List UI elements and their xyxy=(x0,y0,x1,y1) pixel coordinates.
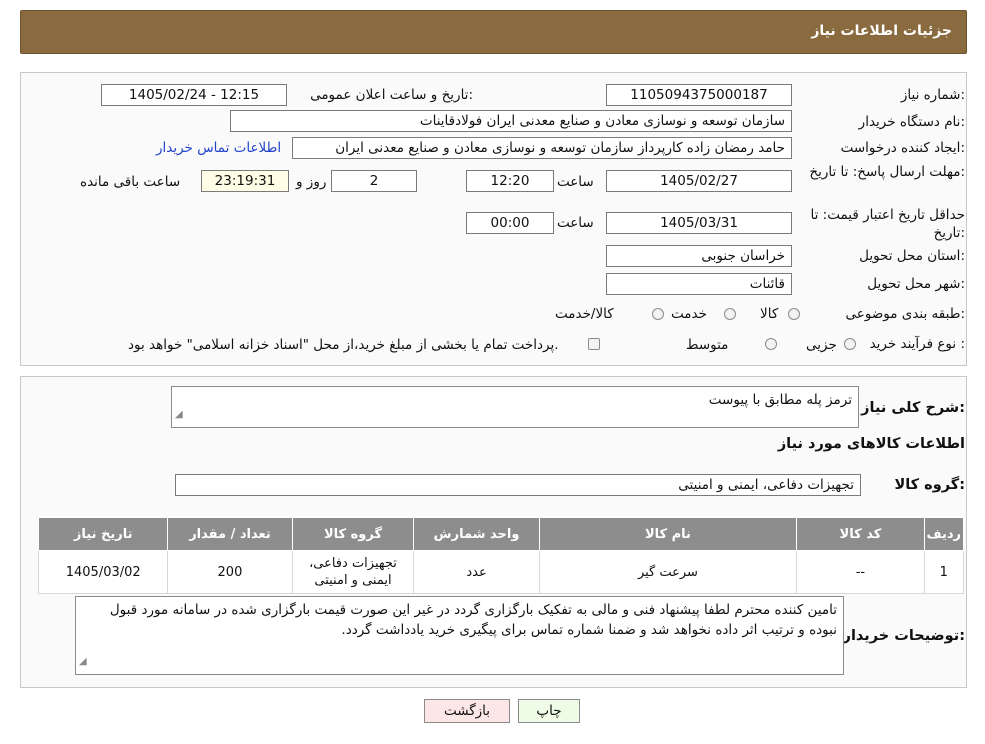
category-option-goods: کالا xyxy=(760,306,779,322)
table-row: 1 -- سرعت گیر عدد تجهیزات دفاعی، ایمنی و… xyxy=(37,550,965,594)
col-goods-name: نام کالا xyxy=(538,517,798,551)
requester-label: ایجاد کننده درخواست: xyxy=(840,140,965,156)
validity-time-field: 00:00 xyxy=(466,212,554,234)
goods-table: ردیف کد کالا نام کالا واحد شمارش گروه کا… xyxy=(37,517,965,594)
cell-goods-code: -- xyxy=(796,550,925,594)
time-remaining-label: ساعت باقی مانده xyxy=(80,174,181,190)
announce-field: 1405/02/24 - 12:15 xyxy=(101,84,287,106)
description-textarea[interactable]: ترمز پله مطابق با پیوست ◢ xyxy=(171,386,859,428)
cell-need-date: 1405/03/02 xyxy=(37,550,169,594)
validity-date-field: 1405/03/31 xyxy=(606,212,792,234)
buyer-notes-label: توضیحات خریدار: xyxy=(842,628,965,644)
requester-field: حامد رمضان زاده کارپرداز سازمان توسعه و … xyxy=(292,137,792,159)
buyer-org-field: سازمان توسعه و نوسازی معادن و صنایع معدن… xyxy=(230,110,792,132)
category-radio-goods-service[interactable] xyxy=(652,308,664,320)
treasury-payment-checkbox[interactable] xyxy=(588,338,600,350)
payment-note: پرداخت تمام یا بخشی از مبلغ خرید،از محل … xyxy=(128,337,559,353)
deadline-date-field: 1405/02/27 xyxy=(606,170,792,192)
cell-goods-group: تجهیزات دفاعی، ایمنی و امنیتی xyxy=(291,550,415,594)
days-remaining-field: 2 xyxy=(331,170,417,192)
deadline-time-field: 12:20 xyxy=(466,170,554,192)
goods-group-field: تجهیزات دفاعی، ایمنی و امنیتی xyxy=(175,474,861,496)
need-number-label: شماره نیاز: xyxy=(900,87,965,103)
back-button[interactable]: بازگشت xyxy=(424,699,510,723)
description-label: شرح کلی نیاز: xyxy=(861,400,965,416)
time-remaining-field: 23:19:31 xyxy=(201,170,289,192)
deadline-label: مهلت ارسال پاسخ: تا تاریخ: xyxy=(809,164,965,180)
page-title: جزئیات اطلاعات نیاز xyxy=(811,23,952,39)
cell-goods-name: سرعت گیر xyxy=(538,550,798,594)
col-goods-group: گروه کالا xyxy=(291,517,415,551)
process-label: نوع فرآیند خرید : xyxy=(869,336,965,352)
validity-label: حداقل تاریخ اعتبار قیمت: تا تاریخ: xyxy=(810,207,965,241)
validity-time-label: ساعت xyxy=(557,215,594,231)
print-button[interactable]: چاپ xyxy=(518,699,580,723)
buyer-notes-textarea[interactable]: تامین کننده محترم لطفا پیشنهاد فنی و مال… xyxy=(75,596,844,675)
cell-unit: عدد xyxy=(413,550,540,594)
category-label: طبقه بندی موضوعی: xyxy=(845,306,965,322)
col-need-date: تاریخ نیاز xyxy=(37,517,169,551)
page-header: جزئیات اطلاعات نیاز xyxy=(20,10,967,54)
days-label: روز و xyxy=(296,174,327,190)
process-option-medium: متوسط xyxy=(686,337,729,353)
buyer-org-label: نام دستگاه خریدار: xyxy=(858,114,965,130)
buyer-notes-text: تامین کننده محترم لطفا پیشنهاد فنی و مال… xyxy=(109,602,837,638)
col-goods-code: کد کالا xyxy=(796,517,925,551)
need-number-field: 1105094375000187 xyxy=(606,84,792,106)
category-radio-goods[interactable] xyxy=(788,308,800,320)
table-header-row: ردیف کد کالا نام کالا واحد شمارش گروه کا… xyxy=(37,517,965,551)
col-unit: واحد شمارش xyxy=(413,517,540,551)
cell-quantity: 200 xyxy=(167,550,293,594)
process-radio-medium[interactable] xyxy=(765,338,777,350)
province-field: خراسان جنوبی xyxy=(606,245,792,267)
resize-grip-icon[interactable]: ◢ xyxy=(175,405,183,425)
goods-group-label: گروه کالا: xyxy=(894,477,965,493)
city-label: شهر محل تحویل: xyxy=(867,276,965,292)
buyer-contact-link[interactable]: اطلاعات تماس خریدار xyxy=(156,140,281,156)
description-text: ترمز پله مطابق با پیوست xyxy=(708,392,852,408)
category-radio-service[interactable] xyxy=(724,308,736,320)
col-row-number: ردیف xyxy=(923,517,965,551)
col-quantity: تعداد / مقدار xyxy=(167,517,293,551)
category-option-service: خدمت xyxy=(671,306,707,322)
cell-row-number: 1 xyxy=(923,550,965,594)
process-radio-minor[interactable] xyxy=(844,338,856,350)
deadline-time-label: ساعت xyxy=(557,174,594,190)
resize-grip-icon[interactable]: ◢ xyxy=(79,652,87,672)
announce-label: تاریخ و ساعت اعلان عمومی: xyxy=(310,87,473,103)
city-field: قائنات xyxy=(606,273,792,295)
province-label: استان محل تحویل: xyxy=(859,248,965,264)
category-option-goods-service: کالا/خدمت xyxy=(555,306,614,322)
goods-info-title: اطلاعات کالاهای مورد نیاز xyxy=(777,436,965,452)
process-option-minor: جزیی xyxy=(806,337,837,353)
